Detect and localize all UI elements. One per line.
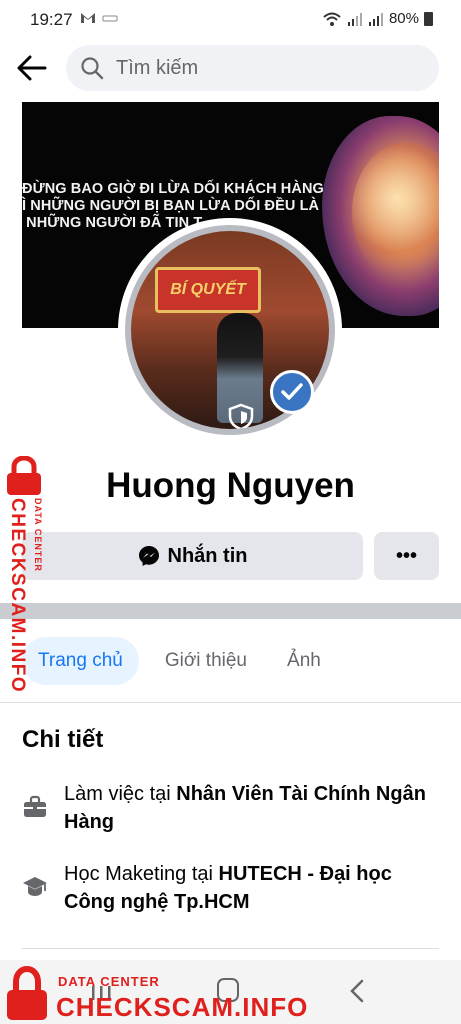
profile-guard-shield-icon xyxy=(228,403,254,429)
gmail-icon xyxy=(81,13,95,23)
search-icon xyxy=(81,57,104,80)
tab-photos[interactable]: Ảnh xyxy=(273,637,335,685)
message-button-label: Nhắn tin xyxy=(167,544,248,567)
search-input[interactable]: Tìm kiếm xyxy=(66,45,439,91)
tab-about[interactable]: Giới thiệu xyxy=(151,637,261,685)
top-bar: Tìm kiếm xyxy=(0,38,461,98)
arrow-left-icon xyxy=(17,55,47,81)
watermark-lock-icon xyxy=(7,966,47,1020)
back-button[interactable] xyxy=(14,50,50,86)
signal-icon xyxy=(347,12,362,26)
status-bar: 19:27 80% xyxy=(0,0,461,38)
wifi-icon xyxy=(323,12,341,26)
details-title: Chi tiết xyxy=(22,726,104,753)
cover-quote: ĐỪNG BAO GIỜ ĐI LỪA DỐI KHÁCH HÀNG Ì NHỮ… xyxy=(22,181,324,231)
status-notification-icons xyxy=(80,12,118,24)
more-options-button[interactable]: ••• xyxy=(374,532,439,580)
message-button[interactable]: Nhắn tin xyxy=(22,532,363,580)
app-icon xyxy=(102,15,118,22)
detail-education[interactable]: Học Maketing tại HUTECH - Đại học Công n… xyxy=(22,860,442,916)
watermark-bottom: DATA CENTER CHECKSCAM.INFO xyxy=(0,962,307,1024)
profile-name: Huong Nguyen xyxy=(106,466,355,505)
detail-education-text: Học Maketing tại HUTECH - Đại học Công n… xyxy=(64,863,392,913)
section-divider xyxy=(0,603,461,619)
profile-tabs: Trang chủ Giới thiệu Ảnh xyxy=(22,636,347,686)
system-back-icon[interactable] xyxy=(348,978,366,1004)
detail-work[interactable]: Làm việc tại Nhân Viên Tài Chính Ngân Hà… xyxy=(22,780,442,836)
watermark-side-sub: DATA CENTER xyxy=(33,498,43,572)
watermark-side-main: CHECKSCAM.INFO xyxy=(7,498,28,694)
tabs-divider xyxy=(0,702,461,703)
verified-badge-icon xyxy=(270,370,314,414)
more-options-icon: ••• xyxy=(395,544,417,567)
detail-work-text: Làm việc tại Nhân Viên Tài Chính Ngân Hà… xyxy=(64,783,426,833)
battery-percentage: 80% xyxy=(388,10,419,27)
watermark-side: CHECKSCAM.INFO DATA CENTER xyxy=(0,456,54,693)
profile-actions: Nhắn tin ••• xyxy=(22,532,439,580)
details-divider xyxy=(22,948,439,949)
watermark-lock-icon xyxy=(7,456,41,495)
signal-icon xyxy=(368,12,383,26)
search-placeholder: Tìm kiếm xyxy=(116,56,199,79)
messenger-icon xyxy=(138,546,159,566)
watermark-bottom-main: CHECKSCAM.INFO xyxy=(56,992,309,1022)
profile-picture[interactable]: BÍ QUYẾT xyxy=(118,218,342,442)
briefcase-icon xyxy=(24,795,46,817)
status-system-icons: 80% xyxy=(322,10,433,27)
status-time: 19:27 xyxy=(30,10,73,29)
watermark-bottom-sub: DATA CENTER xyxy=(58,974,160,989)
avatar-sign: BÍ QUYẾT xyxy=(155,267,261,313)
graduation-cap-icon xyxy=(23,877,47,896)
battery-icon xyxy=(424,11,433,26)
